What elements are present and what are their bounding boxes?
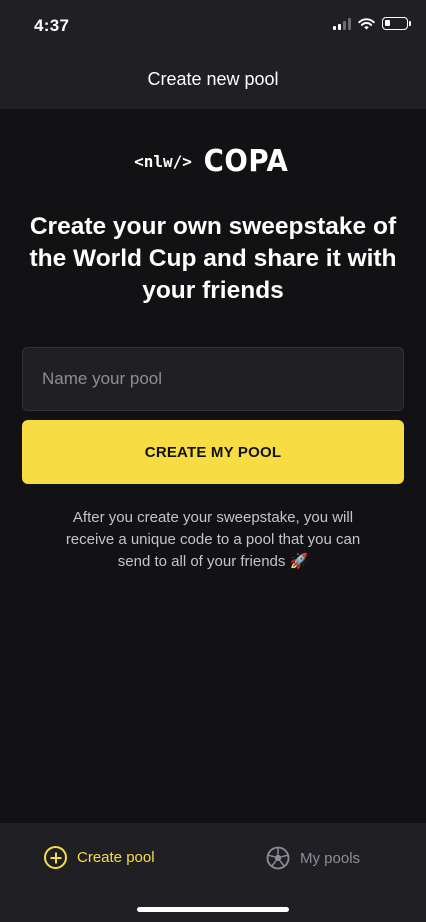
- wifi-icon: [358, 18, 375, 30]
- screen: 4:37 Create new pool <nlw/> COPA Create …: [0, 0, 426, 922]
- tab-create-pool-label: Create pool: [77, 849, 155, 866]
- headline: Create your own sweepstake of the World …: [29, 213, 397, 304]
- status-icons: [333, 17, 411, 30]
- status-time: 4:37: [34, 16, 70, 35]
- create-pool-button[interactable]: CREATE MY POOL: [22, 420, 404, 484]
- tab-my-pools-label: My pools: [300, 849, 361, 867]
- info-text: After you create your sweepstake, you wi…: [65, 509, 361, 570]
- battery-icon: [382, 17, 411, 30]
- nlw-copa-logo: <nlw/> COPA: [0, 144, 426, 179]
- page-title: Create new pool: [147, 69, 279, 89]
- soccer-ball-icon: [266, 846, 290, 870]
- home-indicator[interactable]: [137, 907, 289, 912]
- cellular-signal-icon: [333, 17, 351, 30]
- plus-circle-icon: [44, 846, 67, 869]
- logo-word: COPA: [203, 144, 289, 179]
- logo-tag: <nlw/>: [134, 152, 192, 171]
- tab-create-pool[interactable]: Create pool: [44, 846, 155, 869]
- pool-name-input[interactable]: [22, 347, 404, 411]
- tab-my-pools[interactable]: My pools: [266, 846, 360, 870]
- status-bar: 4:37: [0, 0, 426, 50]
- header: Create new pool: [0, 50, 426, 109]
